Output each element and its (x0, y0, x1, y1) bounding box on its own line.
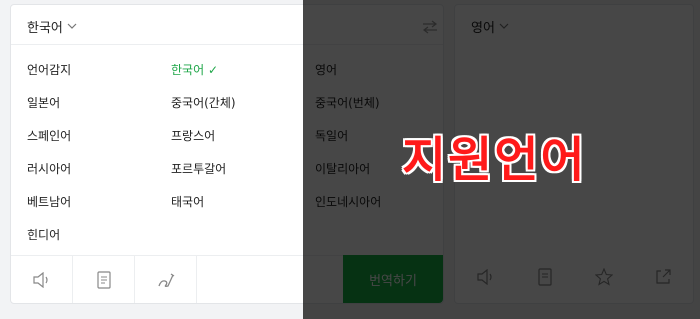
source-language-label: 한국어 (27, 21, 63, 36)
speaker-icon[interactable] (11, 256, 73, 303)
star-icon[interactable] (594, 267, 614, 290)
language-item-korean[interactable]: 한국어 ✓ (171, 61, 218, 78)
language-item-russian[interactable]: 러시아어 (27, 160, 71, 177)
source-panel: 한국어 언어감지 한국어 ✓ 영어 일본어 중국어(간체) 중국어(번체) 스페… (10, 4, 444, 304)
target-toolbar (455, 255, 693, 303)
language-item-italian[interactable]: 이탈리아어 (315, 160, 370, 177)
translate-button[interactable]: 번역하기 (343, 255, 443, 303)
target-language-select[interactable]: 영어 (471, 17, 509, 36)
language-item-indonesian[interactable]: 인도네시아어 (315, 193, 381, 210)
language-item-chinese-simplified[interactable]: 중국어(간체) (171, 94, 236, 111)
chevron-down-icon (499, 21, 509, 32)
language-item-auto-detect[interactable]: 언어감지 (27, 61, 71, 78)
swap-icon[interactable] (421, 19, 439, 38)
document-icon[interactable] (73, 256, 135, 303)
language-item-german[interactable]: 독일어 (315, 127, 348, 144)
language-item-spanish[interactable]: 스페인어 (27, 127, 71, 144)
check-icon: ✓ (207, 63, 219, 77)
source-language-select[interactable]: 한국어 (27, 17, 77, 36)
speaker-icon[interactable] (476, 268, 496, 289)
language-item-portuguese[interactable]: 포르투갈어 (171, 160, 226, 177)
language-item-french[interactable]: 프랑스어 (171, 127, 215, 144)
language-item-english[interactable]: 영어 (315, 61, 337, 78)
handwriting-icon[interactable] (135, 256, 197, 303)
language-item-japanese[interactable]: 일본어 (27, 94, 60, 111)
overlay-title: 지원언어 (402, 132, 587, 188)
language-item-hindi[interactable]: 힌디어 (27, 226, 60, 243)
language-item-chinese-traditional[interactable]: 중국어(번체) (315, 94, 380, 111)
divider (11, 44, 443, 45)
language-item-vietnamese[interactable]: 베트남어 (27, 193, 71, 210)
target-language-label: 영어 (471, 21, 495, 36)
document-icon[interactable] (537, 268, 553, 290)
language-item-thai[interactable]: 태국어 (171, 193, 204, 210)
chevron-down-icon (67, 21, 77, 32)
share-icon[interactable] (654, 268, 672, 290)
